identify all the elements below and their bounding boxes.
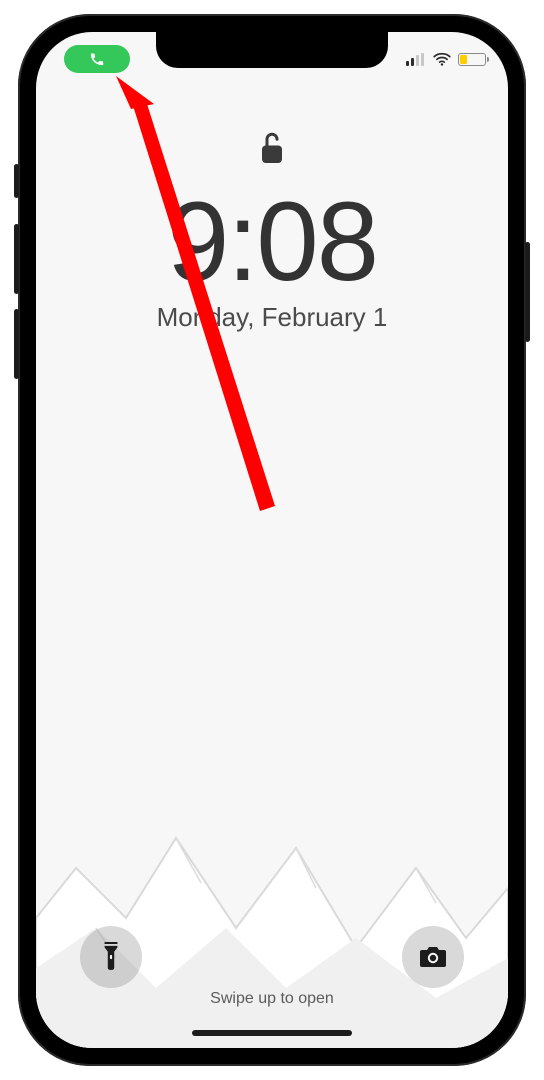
volume-down-button[interactable] [14, 309, 19, 379]
home-indicator[interactable] [192, 1030, 352, 1036]
status-bar [36, 40, 508, 78]
flashlight-button[interactable] [80, 926, 142, 988]
power-button[interactable] [525, 242, 530, 342]
cellular-signal-icon [406, 53, 426, 66]
swipe-hint: Swipe up to open [36, 990, 508, 1008]
camera-icon [418, 945, 448, 969]
camera-button[interactable] [402, 926, 464, 988]
clock-time: 9:08 [167, 186, 377, 298]
ringer-switch[interactable] [14, 164, 19, 198]
unlocked-icon [257, 128, 287, 168]
call-indicator-pill[interactable] [64, 45, 130, 73]
clock-date: Monday, February 1 [157, 302, 388, 333]
phone-frame: 9:08 Monday, February 1 [18, 14, 526, 1066]
phone-icon [89, 51, 105, 67]
battery-fill [460, 55, 467, 64]
flashlight-icon [100, 942, 122, 972]
volume-up-button[interactable] [14, 224, 19, 294]
wifi-icon [432, 52, 452, 66]
battery-icon [458, 53, 486, 66]
lock-screen[interactable]: 9:08 Monday, February 1 [36, 32, 508, 1048]
